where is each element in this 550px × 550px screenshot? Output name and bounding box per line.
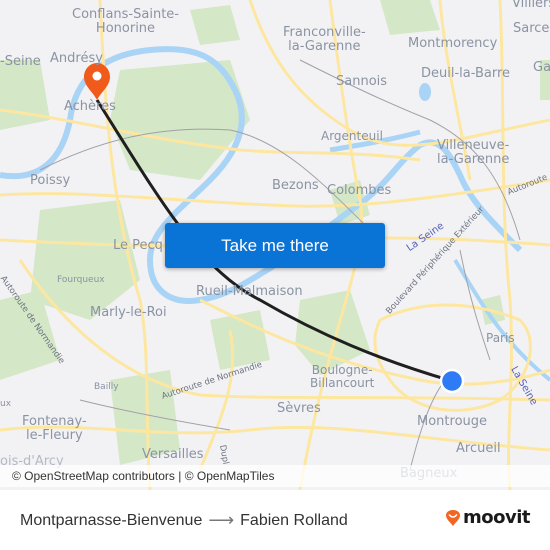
map-attribution: © OpenStreetMap contributors | © OpenMap… bbox=[0, 465, 550, 487]
take-me-there-button[interactable]: Take me there bbox=[165, 223, 385, 268]
place-label: Achères bbox=[64, 99, 116, 114]
moovit-logo[interactable]: moovit bbox=[445, 507, 531, 528]
place-label: Bezons bbox=[272, 178, 319, 193]
place-label: Arcueil bbox=[456, 441, 501, 456]
place-label: Conflans-Sainte- Honorine bbox=[72, 7, 179, 37]
arrow-right-icon: ⟶ bbox=[208, 510, 235, 530]
place-label: Andrésy bbox=[50, 51, 103, 66]
place-label: Fourqueux bbox=[57, 275, 105, 285]
destination-name: Fabien Rolland bbox=[240, 511, 348, 529]
place-label: Argenteuil bbox=[321, 129, 383, 143]
place-label: Villeneuve-la-Garenne bbox=[437, 138, 510, 168]
map-view[interactable]: Conflans-Sainte- Honorine Andrésy -Seine … bbox=[0, 0, 550, 490]
moovit-wordmark: moovit bbox=[463, 507, 531, 528]
footer: Montparnasse-Bienvenue ⟶ Fabien Rolland … bbox=[0, 490, 550, 550]
place-label: Colombes bbox=[327, 183, 392, 198]
moovit-pin-icon bbox=[446, 509, 460, 526]
place-label: Fontenay-le-Fleury bbox=[22, 414, 87, 444]
place-label: Montrouge bbox=[417, 414, 488, 429]
place-label: ux bbox=[0, 399, 12, 409]
route-title: Montparnasse-Bienvenue ⟶ Fabien Rolland bbox=[20, 510, 348, 531]
place-label: Franconville-la-Garenne bbox=[283, 25, 366, 55]
place-label: Paris bbox=[486, 331, 515, 345]
place-label: Poissy bbox=[30, 173, 71, 188]
origin-stop-name: Montparnasse-Bienvenue bbox=[20, 511, 203, 529]
origin-marker bbox=[439, 368, 465, 394]
place-label: Rueil-Malmaison bbox=[196, 284, 303, 299]
place-label: Deuil-la-Barre bbox=[421, 66, 511, 81]
place-label: Bailly bbox=[94, 382, 119, 392]
place-label: Sannois bbox=[336, 74, 388, 89]
place-label: Villiers bbox=[512, 0, 550, 11]
place-label: Sèvres bbox=[277, 401, 321, 416]
place-label: Boulogne- Billancourt bbox=[310, 363, 375, 391]
place-label: Versailles bbox=[142, 447, 204, 462]
place-label: Ga bbox=[533, 60, 550, 75]
place-label: -Seine bbox=[0, 54, 41, 69]
place-label: Sarce bbox=[513, 21, 550, 36]
place-label: Montmorency bbox=[408, 36, 498, 51]
place-label: Marly-le-Roi bbox=[90, 305, 167, 320]
place-label: Le Pecq bbox=[113, 238, 163, 253]
